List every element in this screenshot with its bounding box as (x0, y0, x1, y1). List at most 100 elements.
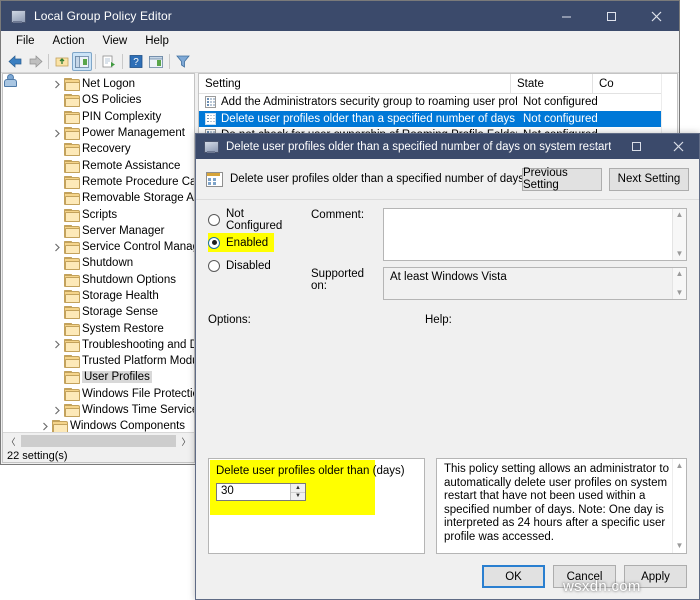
minimize-icon[interactable] (544, 1, 589, 31)
help-panel: This policy setting allows an administra… (436, 458, 687, 554)
chevron-right-icon[interactable] (51, 241, 64, 254)
tree-item-label: Power Management (82, 127, 185, 140)
hscroll-thumb[interactable] (21, 435, 176, 447)
days-input-value[interactable]: 30 (217, 484, 290, 500)
tree-item-remote-procedure-call[interactable]: Remote Procedure Call (3, 174, 194, 190)
chevron-right-icon[interactable] (51, 78, 64, 91)
dialog-icon (204, 140, 219, 154)
tree-item-pin-complexity[interactable]: PIN Complexity (3, 109, 194, 125)
menu-help[interactable]: Help (136, 33, 178, 49)
options-panel: Delete user profiles older than (days) 3… (208, 458, 425, 554)
radio-button-icon[interactable] (208, 259, 220, 272)
tree-item-windows-components[interactable]: Windows Components (3, 418, 194, 433)
comment-scrollbar[interactable]: ▲ ▼ (672, 209, 686, 260)
supported-on-scrollbar[interactable]: ▲ ▼ (672, 268, 686, 299)
tree-item-removable-storage-access[interactable]: Removable Storage Access (3, 190, 194, 206)
export-list-icon[interactable] (99, 52, 119, 71)
chevron-right-icon[interactable] (51, 338, 64, 351)
chevron-right-icon[interactable] (39, 420, 52, 433)
chevron-down-icon[interactable]: ▼ (676, 287, 684, 299)
window-controls (544, 1, 679, 31)
ok-button[interactable]: OK (482, 565, 545, 588)
comment-textarea[interactable]: ▲ ▼ (383, 208, 687, 261)
chevron-down-icon[interactable]: ▼ (676, 539, 684, 553)
tree-item-storage-sense[interactable]: Storage Sense (3, 304, 194, 320)
tree-item-power-management[interactable]: Power Management (3, 125, 194, 141)
help-icon[interactable]: ? (126, 52, 146, 71)
tree-item-shutdown[interactable]: Shutdown (3, 255, 194, 271)
up-folder-icon[interactable] (52, 52, 72, 71)
column-header-setting[interactable]: Setting (199, 74, 511, 93)
tree-item-label: Storage Health (82, 290, 159, 302)
table-row[interactable]: Add the Administrators security group to… (199, 94, 677, 111)
close-icon[interactable] (657, 134, 699, 159)
cell-setting: Add the Administrators security group to… (221, 96, 517, 109)
apply-button[interactable]: Apply (624, 565, 687, 588)
supported-on-textarea: At least Windows Vista ▲ ▼ (383, 267, 687, 300)
scroll-left-icon[interactable]: 〈 (3, 433, 19, 449)
dialog-titlebar: Delete user profiles older than a specif… (196, 134, 699, 159)
tree-item-remote-assistance[interactable]: Remote Assistance (3, 157, 194, 173)
radio-button-icon[interactable] (208, 213, 220, 226)
column-header-state[interactable]: State (511, 74, 593, 93)
previous-setting-button[interactable]: Previous Setting (522, 167, 602, 191)
tree-item-scripts[interactable]: Scripts (3, 206, 194, 222)
filter-icon[interactable] (173, 52, 193, 71)
cancel-button[interactable]: Cancel (553, 565, 616, 588)
chevron-up-icon[interactable]: ▲ (676, 268, 684, 280)
folder-icon (64, 175, 80, 189)
radio-button-icon-selected[interactable] (208, 236, 220, 249)
spinner-up-icon[interactable]: ▲ (291, 484, 305, 493)
tree-item-os-policies[interactable]: OS Policies (3, 92, 194, 108)
tree-item-server-manager[interactable]: Server Manager (3, 223, 194, 239)
spinner-down-icon[interactable]: ▼ (291, 493, 305, 501)
tree-horizontal-scrollbar[interactable]: 〈 〉 (3, 432, 194, 449)
radio-not-configured[interactable]: Not Configured (208, 208, 293, 232)
tree-item-windows-time-service[interactable]: Windows Time Service (3, 402, 194, 418)
chevron-right-icon[interactable] (51, 127, 64, 140)
scroll-right-icon[interactable]: 〉 (178, 433, 194, 449)
table-row[interactable]: Delete user profiles older than a specif… (199, 110, 677, 127)
help-scrollbar[interactable]: ▲ ▼ (672, 459, 686, 553)
panel-labels: Options: Help: (196, 306, 699, 328)
show-hide-tree-icon[interactable] (72, 52, 92, 71)
hscroll-track[interactable] (19, 433, 178, 449)
days-spinner[interactable]: 30 ▲ ▼ (216, 483, 306, 501)
comment-value (384, 209, 686, 215)
maximize-icon[interactable] (589, 1, 634, 31)
close-icon[interactable] (634, 1, 679, 31)
tree-item-user-profiles[interactable]: User Profiles (3, 369, 194, 385)
supported-on-value: At least Windows Vista (390, 271, 507, 283)
tree-item-trusted-platform-module-servi[interactable]: Trusted Platform Module Servi (3, 353, 194, 369)
chevron-up-icon[interactable]: ▲ (676, 209, 684, 221)
tree-item-storage-health[interactable]: Storage Health (3, 288, 194, 304)
radio-disabled[interactable]: Disabled (208, 256, 293, 275)
radio-enabled[interactable]: Enabled (208, 233, 275, 252)
tree-item-label: OS Policies (82, 94, 142, 107)
menu-view[interactable]: View (94, 33, 137, 49)
options-label: Options: (208, 314, 251, 326)
maximize-icon[interactable] (615, 134, 657, 159)
tree-item-troubleshooting-and-diagnost[interactable]: Troubleshooting and Diagnost (3, 337, 194, 353)
chevron-up-icon[interactable]: ▲ (676, 459, 684, 473)
properties-icon[interactable] (146, 52, 166, 71)
tree-item-windows-file-protection[interactable]: Windows File Protection (3, 386, 194, 402)
menu-file[interactable]: File (7, 33, 44, 49)
spinner-buttons: ▲ ▼ (290, 484, 305, 500)
chevron-right-icon[interactable] (51, 404, 64, 417)
back-arrow-icon[interactable] (5, 52, 25, 71)
dialog-header: Delete user profiles older than a specif… (196, 159, 699, 199)
tree-item-shutdown-options[interactable]: Shutdown Options (3, 272, 194, 288)
menu-action[interactable]: Action (44, 33, 94, 49)
tree-item-recovery[interactable]: Recovery (3, 141, 194, 157)
dialog-title: Delete user profiles older than a specif… (226, 140, 612, 153)
tree-item-net-logon[interactable]: Net Logon (3, 76, 194, 92)
chevron-down-icon[interactable]: ▼ (676, 248, 684, 260)
next-setting-button[interactable]: Next Setting (609, 167, 689, 191)
tree-item-system-restore[interactable]: System Restore (3, 320, 194, 336)
tree-item-service-control-manager-settin[interactable]: Service Control Manager Settin (3, 239, 194, 255)
forward-arrow-icon[interactable] (25, 52, 45, 71)
